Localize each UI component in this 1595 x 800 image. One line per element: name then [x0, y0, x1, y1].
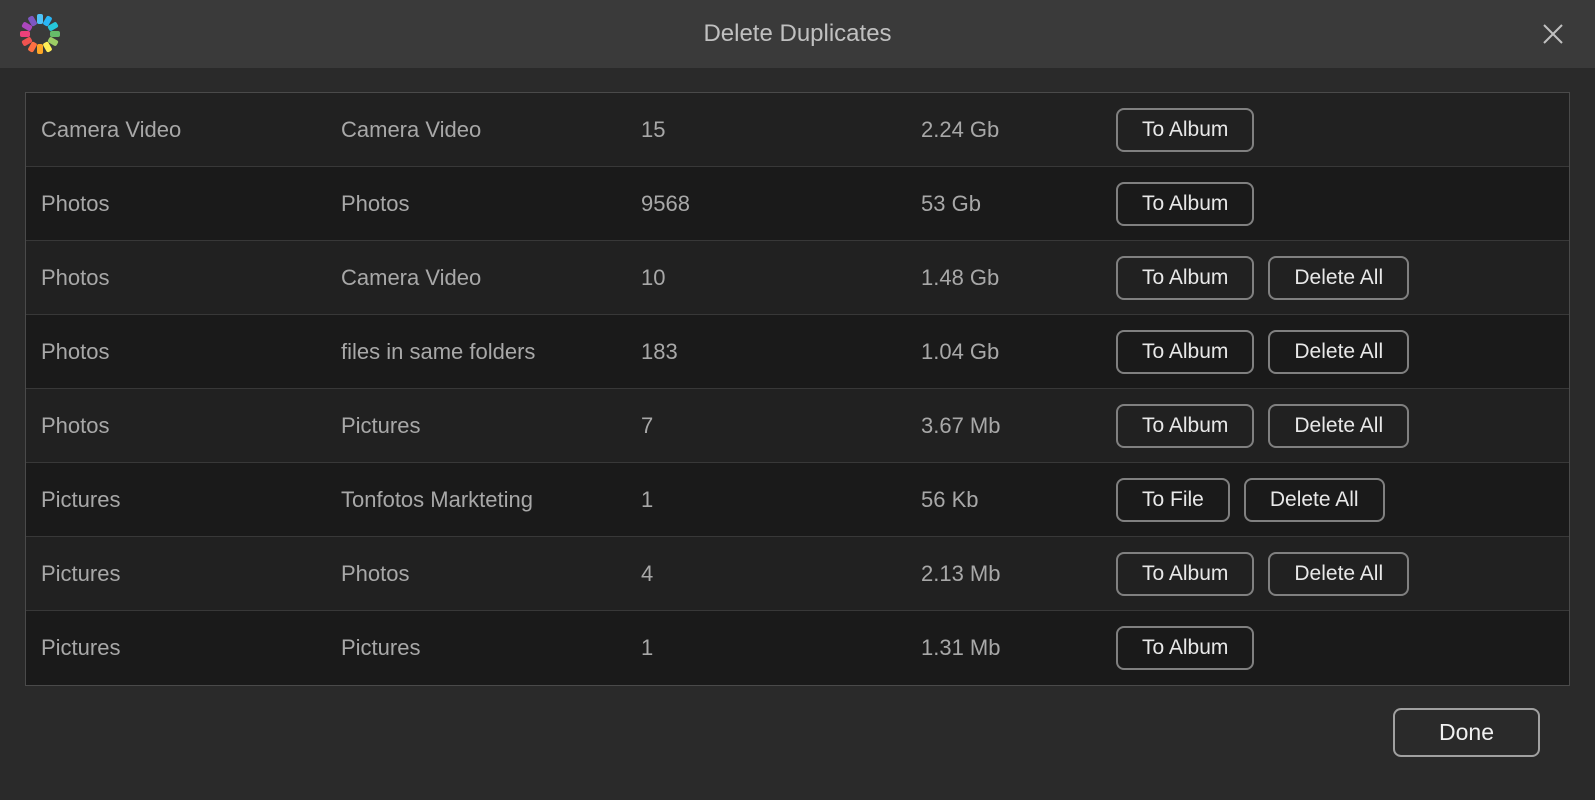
source-name: Pictures — [41, 487, 341, 513]
target-name: files in same folders — [341, 339, 641, 365]
to-album-button[interactable]: To Album — [1116, 182, 1254, 226]
source-name: Photos — [41, 265, 341, 291]
duplicates-table: Camera VideoCamera Video152.24 GbTo Albu… — [25, 92, 1570, 686]
table-row: PhotosPhotos956853 GbTo Album — [26, 167, 1569, 241]
to-album-button[interactable]: To File — [1116, 478, 1230, 522]
app-logo-icon — [18, 12, 62, 56]
item-size: 53 Gb — [921, 191, 1116, 217]
target-name: Photos — [341, 561, 641, 587]
target-name: Pictures — [341, 635, 641, 661]
to-album-button[interactable]: To Album — [1116, 330, 1254, 374]
source-name: Pictures — [41, 635, 341, 661]
table-row: PicturesPictures11.31 MbTo Album — [26, 611, 1569, 685]
target-name: Photos — [341, 191, 641, 217]
target-name: Camera Video — [341, 265, 641, 291]
item-size: 1.04 Gb — [921, 339, 1116, 365]
table-row: PhotosPictures73.67 MbTo Album Delete All — [26, 389, 1569, 463]
delete-all-button[interactable]: Delete All — [1268, 552, 1409, 596]
item-count: 1 — [641, 635, 921, 661]
row-actions: To Album — [1116, 626, 1554, 670]
table-row: PicturesTonfotos Markteting156 KbTo File… — [26, 463, 1569, 537]
window-title: Delete Duplicates — [703, 20, 891, 48]
source-name: Pictures — [41, 561, 341, 587]
item-size: 2.24 Gb — [921, 117, 1116, 143]
item-count: 15 — [641, 117, 921, 143]
to-album-button[interactable]: To Album — [1116, 256, 1254, 300]
source-name: Camera Video — [41, 117, 341, 143]
to-album-button[interactable]: To Album — [1116, 626, 1254, 670]
close-button[interactable] — [1541, 22, 1565, 46]
delete-all-button[interactable]: Delete All — [1268, 404, 1409, 448]
item-count: 10 — [641, 265, 921, 291]
close-icon — [1541, 22, 1565, 46]
delete-all-button[interactable]: Delete All — [1268, 256, 1409, 300]
window-header: Delete Duplicates — [0, 0, 1595, 68]
item-size: 3.67 Mb — [921, 413, 1116, 439]
table-row: Camera VideoCamera Video152.24 GbTo Albu… — [26, 93, 1569, 167]
row-actions: To Album Delete All — [1116, 256, 1554, 300]
item-count: 4 — [641, 561, 921, 587]
source-name: Photos — [41, 191, 341, 217]
item-count: 9568 — [641, 191, 921, 217]
table-row: PhotosCamera Video101.48 GbTo Album Delet… — [26, 241, 1569, 315]
done-button[interactable]: Done — [1393, 708, 1540, 757]
to-album-button[interactable]: To Album — [1116, 552, 1254, 596]
table-row: Photosfiles in same folders1831.04 GbTo … — [26, 315, 1569, 389]
table-row: PicturesPhotos42.13 MbTo Album Delete All — [26, 537, 1569, 611]
row-actions: To Album Delete All — [1116, 552, 1554, 596]
target-name: Camera Video — [341, 117, 641, 143]
row-actions: To Album Delete All — [1116, 330, 1554, 374]
item-size: 2.13 Mb — [921, 561, 1116, 587]
item-size: 56 Kb — [921, 487, 1116, 513]
delete-all-button[interactable]: Delete All — [1268, 330, 1409, 374]
row-actions: To File Delete All — [1116, 478, 1554, 522]
row-actions: To Album — [1116, 182, 1554, 226]
item-count: 183 — [641, 339, 921, 365]
target-name: Pictures — [341, 413, 641, 439]
delete-all-button[interactable]: Delete All — [1244, 478, 1385, 522]
item-size: 1.31 Mb — [921, 635, 1116, 661]
item-size: 1.48 Gb — [921, 265, 1116, 291]
item-count: 1 — [641, 487, 921, 513]
target-name: Tonfotos Markteting — [341, 487, 641, 513]
dialog-footer: Done — [25, 686, 1570, 757]
row-actions: To Album — [1116, 108, 1554, 152]
item-count: 7 — [641, 413, 921, 439]
dialog-content: Camera VideoCamera Video152.24 GbTo Albu… — [0, 68, 1595, 777]
source-name: Photos — [41, 339, 341, 365]
row-actions: To Album Delete All — [1116, 404, 1554, 448]
to-album-button[interactable]: To Album — [1116, 108, 1254, 152]
to-album-button[interactable]: To Album — [1116, 404, 1254, 448]
source-name: Photos — [41, 413, 341, 439]
